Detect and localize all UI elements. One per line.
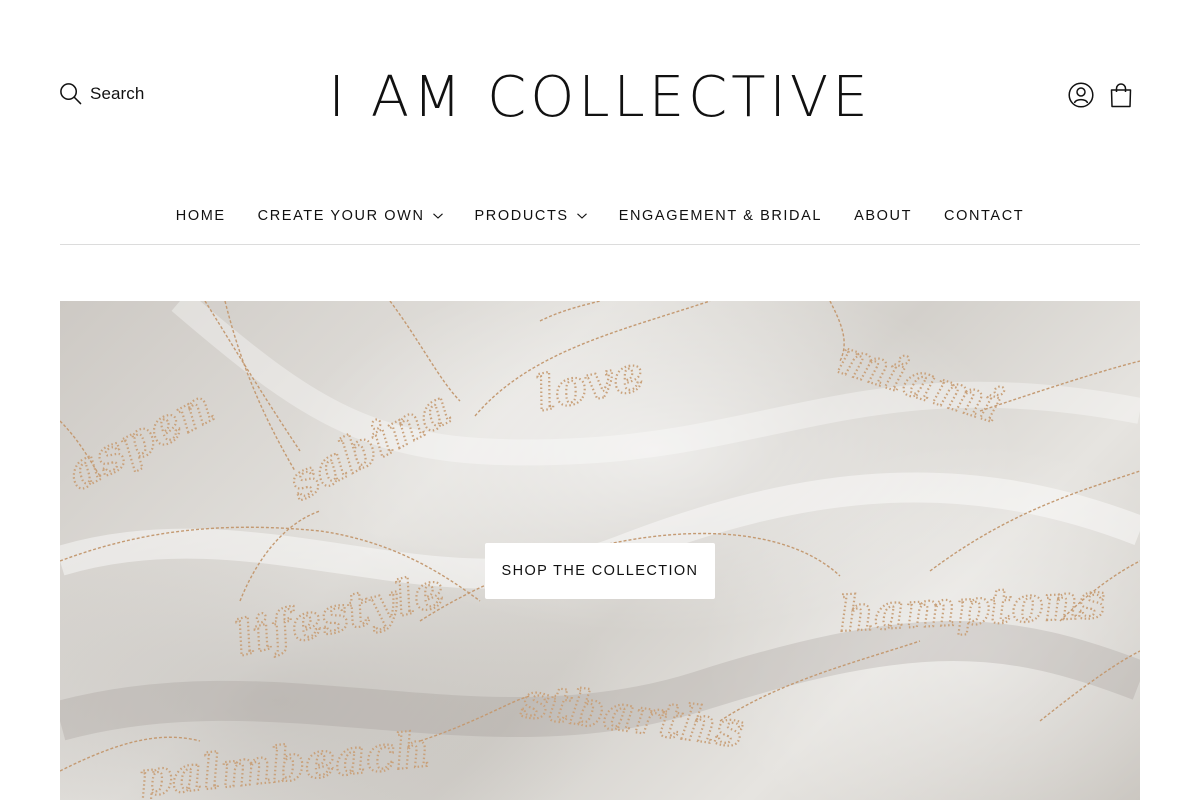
nav-item-label: HOME: [175, 208, 226, 224]
nav-item-label: PRODUCTS: [474, 208, 569, 224]
necklace-word-miami: miami: [831, 329, 1009, 435]
site-header: Search I AM COLLECTIVE: [0, 0, 1200, 190]
nav-item-engagement-bridal[interactable]: ENGAGEMENT & BRIDAL: [603, 200, 838, 232]
shopping-bag-icon: [1110, 83, 1132, 108]
necklace-word-hamptons: hamptons: [838, 573, 1107, 643]
cart-button[interactable]: [1109, 82, 1133, 108]
necklace-word-lifestyle: lifestyle: [229, 562, 450, 668]
account-icon: [1068, 82, 1094, 108]
nav-item-label: CREATE YOUR OWN: [257, 208, 425, 224]
shop-the-collection-button[interactable]: SHOP THE COLLECTION: [485, 543, 715, 599]
nav-item-contact[interactable]: CONTACT: [928, 200, 1040, 232]
necklace-word-palmbeach: palmbeach: [135, 722, 432, 800]
site-logo[interactable]: I AM COLLECTIVE: [0, 66, 1200, 130]
necklace-word-aspen: aspen: [60, 378, 222, 501]
chevron-down-icon: [576, 213, 587, 219]
nav-item-home[interactable]: HOME: [160, 200, 242, 232]
nav-item-label: ABOUT: [854, 208, 913, 224]
account-button[interactable]: [1068, 82, 1094, 108]
nav-item-about[interactable]: ABOUT: [838, 200, 928, 232]
nav-item-label: CONTACT: [944, 208, 1025, 224]
nav-item-create-your-own[interactable]: CREATE YOUR OWN: [242, 200, 459, 232]
chevron-down-icon: [432, 213, 443, 219]
nav-item-label: ENGAGEMENT & BRIDAL: [618, 208, 823, 224]
main-nav: HOME CREATE YOUR OWN PRODUCTS ENGAGEMENT…: [60, 200, 1140, 245]
nav-item-products[interactable]: PRODUCTS: [459, 200, 603, 232]
necklace-word-love: love: [531, 345, 649, 422]
